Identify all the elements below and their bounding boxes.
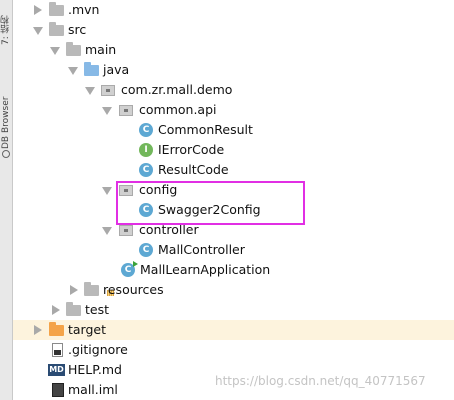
tree-item-resources[interactable]: resources <box>13 280 454 300</box>
tree-item-common-api[interactable]: common.api <box>13 100 454 120</box>
class-icon: C <box>139 123 153 137</box>
folder-icon <box>66 42 81 56</box>
folder-icon <box>66 302 81 316</box>
package-icon <box>101 85 115 96</box>
chevron-down-icon[interactable] <box>85 87 95 95</box>
tree-item-java[interactable]: java <box>13 60 454 80</box>
project-tree: .mvn src main java com.zr.mall.demo comm… <box>13 0 454 400</box>
chevron-down-icon[interactable] <box>102 187 112 195</box>
chevron-down-icon[interactable] <box>102 107 112 115</box>
chevron-right-icon[interactable] <box>34 5 42 15</box>
structure-tab[interactable]: 7: 结构 <box>0 4 13 56</box>
chevron-down-icon[interactable] <box>50 47 60 55</box>
tree-item-label: target <box>68 322 107 337</box>
tree-item-target[interactable]: target <box>13 320 454 340</box>
tree-item-gitignore[interactable]: .gitignore <box>13 340 454 360</box>
tree-item-test[interactable]: test <box>13 300 454 320</box>
interface-icon: I <box>139 143 153 157</box>
spring-boot-class-icon: C <box>121 261 138 277</box>
tree-item-label: MallController <box>158 242 245 257</box>
tree-item-ierror-code[interactable]: I IErrorCode <box>13 140 454 160</box>
class-icon: C <box>139 243 153 257</box>
tree-item-mall-learn-application[interactable]: C MallLearnApplication <box>13 260 454 280</box>
tree-item-label: resources <box>103 282 164 297</box>
tree-item-mvn[interactable]: .mvn <box>13 0 454 20</box>
gitignore-file-icon <box>52 343 63 357</box>
markdown-file-icon: MD <box>48 364 65 376</box>
folder-icon <box>49 22 64 36</box>
package-icon <box>119 225 133 236</box>
watermark: https://blog.csdn.net/qq_40771567 <box>215 374 426 388</box>
tree-item-label: ResultCode <box>158 162 229 177</box>
tree-item-label: java <box>103 62 130 77</box>
tree-item-label: CommonResult <box>158 122 253 137</box>
chevron-right-icon[interactable] <box>52 305 60 315</box>
tree-item-package-root[interactable]: com.zr.mall.demo <box>13 80 454 100</box>
tree-item-mall-controller[interactable]: C MallController <box>13 240 454 260</box>
tool-window-strip: 7: 结构 DB Browser <box>0 0 13 400</box>
tree-item-label: .mvn <box>68 2 100 17</box>
folder-icon <box>49 2 64 16</box>
tree-item-common-result[interactable]: C CommonResult <box>13 120 454 140</box>
db-browser-tab[interactable]: DB Browser <box>0 90 13 156</box>
resources-folder-icon <box>84 282 99 296</box>
chevron-right-icon[interactable] <box>34 325 42 335</box>
tree-item-label: test <box>85 302 110 317</box>
iml-file-icon <box>52 383 64 397</box>
annotation-highlight-box <box>116 181 305 225</box>
tree-item-label: main <box>85 42 117 57</box>
chevron-down-icon[interactable] <box>68 67 78 75</box>
source-folder-icon <box>84 62 99 76</box>
tree-item-label: IErrorCode <box>158 142 225 157</box>
tree-item-label: com.zr.mall.demo <box>121 82 233 97</box>
tree-item-label: common.api <box>139 102 217 117</box>
tree-item-label: src <box>68 22 87 37</box>
excluded-folder-icon <box>49 322 64 336</box>
tree-item-label: HELP.md <box>68 362 122 377</box>
tree-item-main[interactable]: main <box>13 40 454 60</box>
chevron-right-icon[interactable] <box>70 285 78 295</box>
class-icon: C <box>139 163 153 177</box>
db-browser-icon <box>2 150 10 158</box>
tree-item-src[interactable]: src <box>13 20 454 40</box>
tree-item-label: MallLearnApplication <box>140 262 271 277</box>
chevron-down-icon[interactable] <box>102 227 112 235</box>
tree-item-result-code[interactable]: C ResultCode <box>13 160 454 180</box>
package-icon <box>119 105 133 116</box>
tree-item-label: .gitignore <box>68 342 128 357</box>
tree-item-label: mall.iml <box>68 382 118 397</box>
chevron-down-icon[interactable] <box>33 27 43 35</box>
